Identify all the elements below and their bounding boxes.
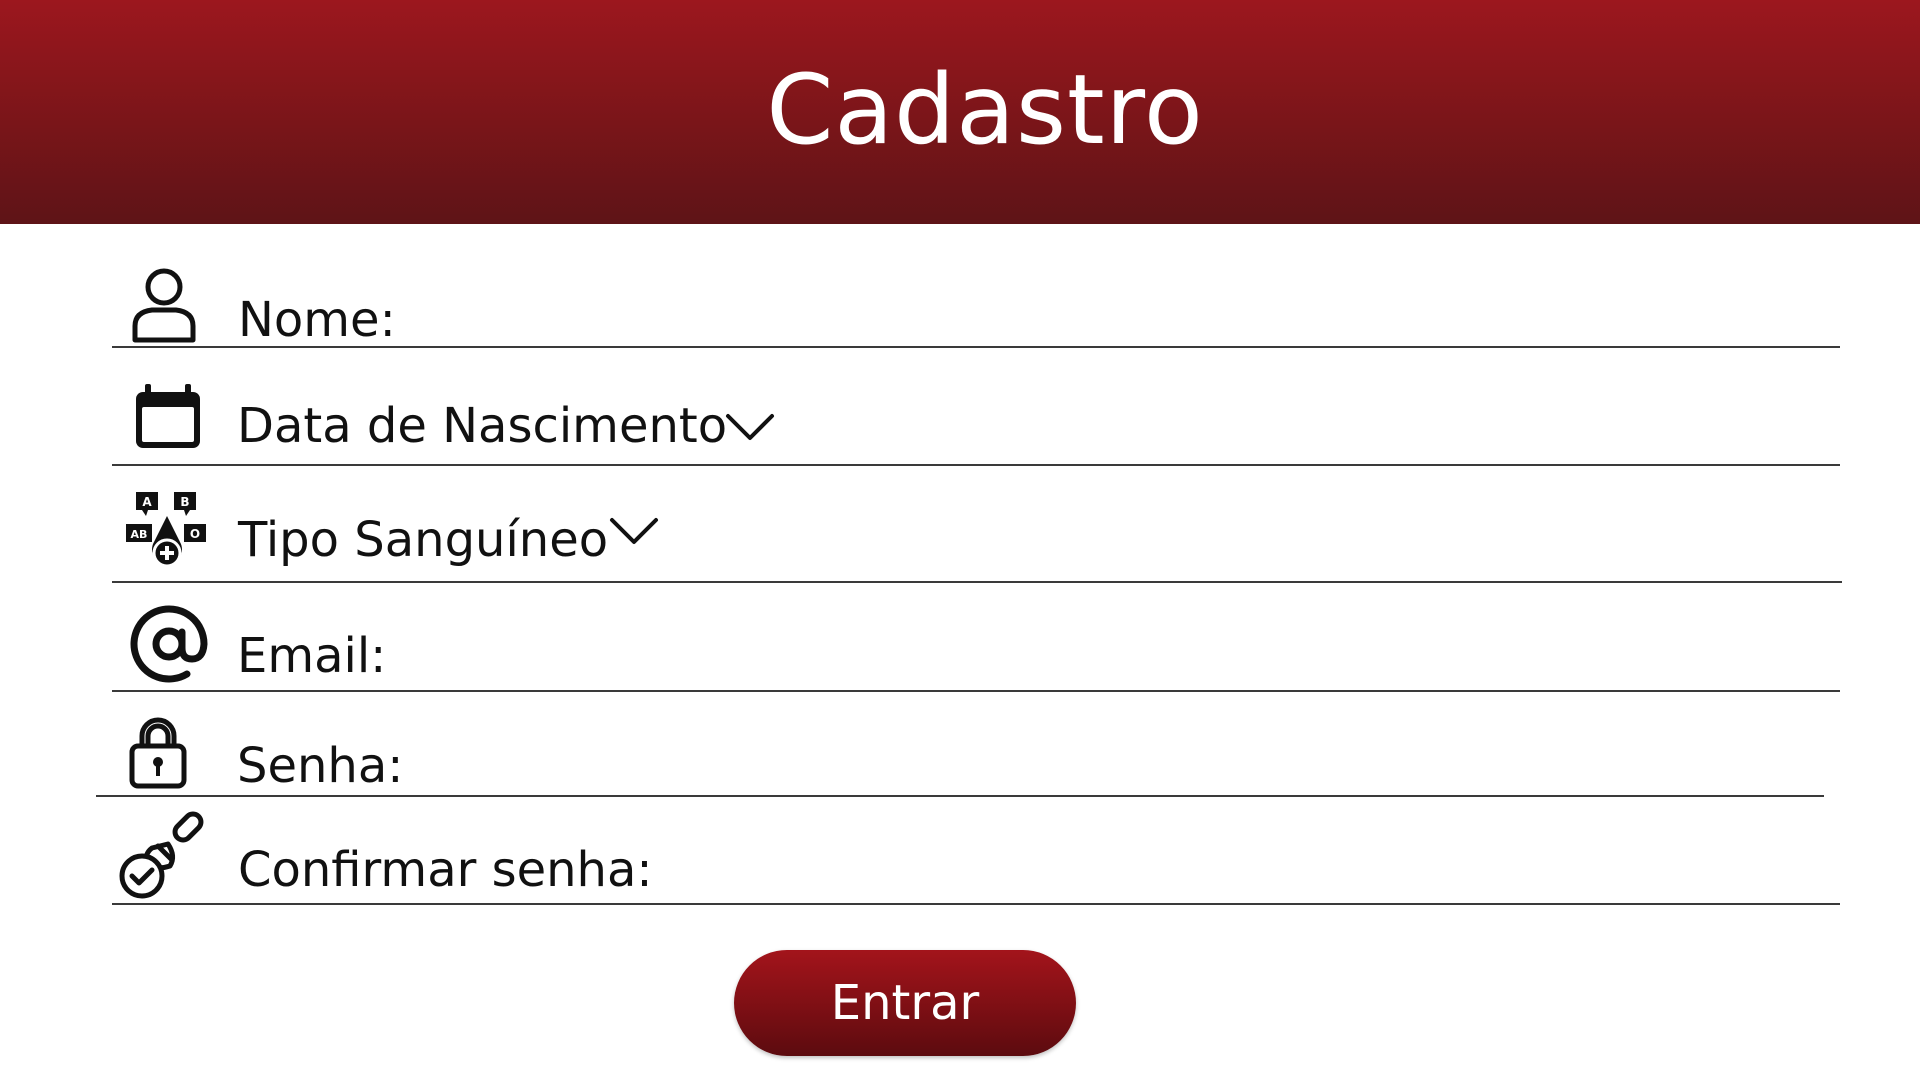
page-title: Cadastro bbox=[766, 54, 1204, 166]
email-field[interactable] bbox=[112, 690, 1840, 692]
confirm-password-field-label: Confirmar senha: bbox=[238, 842, 653, 898]
calendar-icon bbox=[133, 382, 203, 452]
birthdate-field-label: Data de Nascimento bbox=[237, 398, 728, 454]
name-field[interactable] bbox=[112, 346, 1840, 348]
at-sign-icon bbox=[129, 604, 209, 684]
svg-text:O: O bbox=[190, 527, 200, 541]
confirm-password-field[interactable] bbox=[112, 903, 1840, 905]
email-field-label: Email: bbox=[237, 628, 387, 684]
blood-type-field-label: Tipo Sanguíneo bbox=[238, 512, 609, 568]
password-field[interactable] bbox=[96, 795, 1824, 797]
blood-type-field[interactable] bbox=[112, 581, 1842, 583]
svg-text:A: A bbox=[142, 495, 152, 509]
birthdate-field[interactable] bbox=[112, 464, 1840, 466]
blood-type-chevron-down-icon[interactable] bbox=[608, 514, 660, 548]
name-field-label: Nome: bbox=[238, 292, 396, 348]
enter-button[interactable]: Entrar bbox=[734, 950, 1076, 1056]
registration-screen: Cadastro Nome: Data de Nascimento A B AB… bbox=[0, 0, 1920, 1080]
padlock-icon bbox=[128, 714, 188, 790]
birthdate-chevron-down-icon[interactable] bbox=[724, 410, 776, 444]
stamp-check-icon bbox=[118, 808, 210, 900]
svg-text:AB: AB bbox=[131, 528, 148, 541]
user-icon bbox=[122, 262, 206, 346]
header-bar: Cadastro bbox=[0, 0, 1920, 224]
enter-button-label: Entrar bbox=[830, 975, 980, 1031]
blood-type-icon: A B AB O bbox=[126, 492, 208, 574]
password-field-label: Senha: bbox=[237, 738, 404, 794]
svg-text:B: B bbox=[180, 495, 189, 509]
